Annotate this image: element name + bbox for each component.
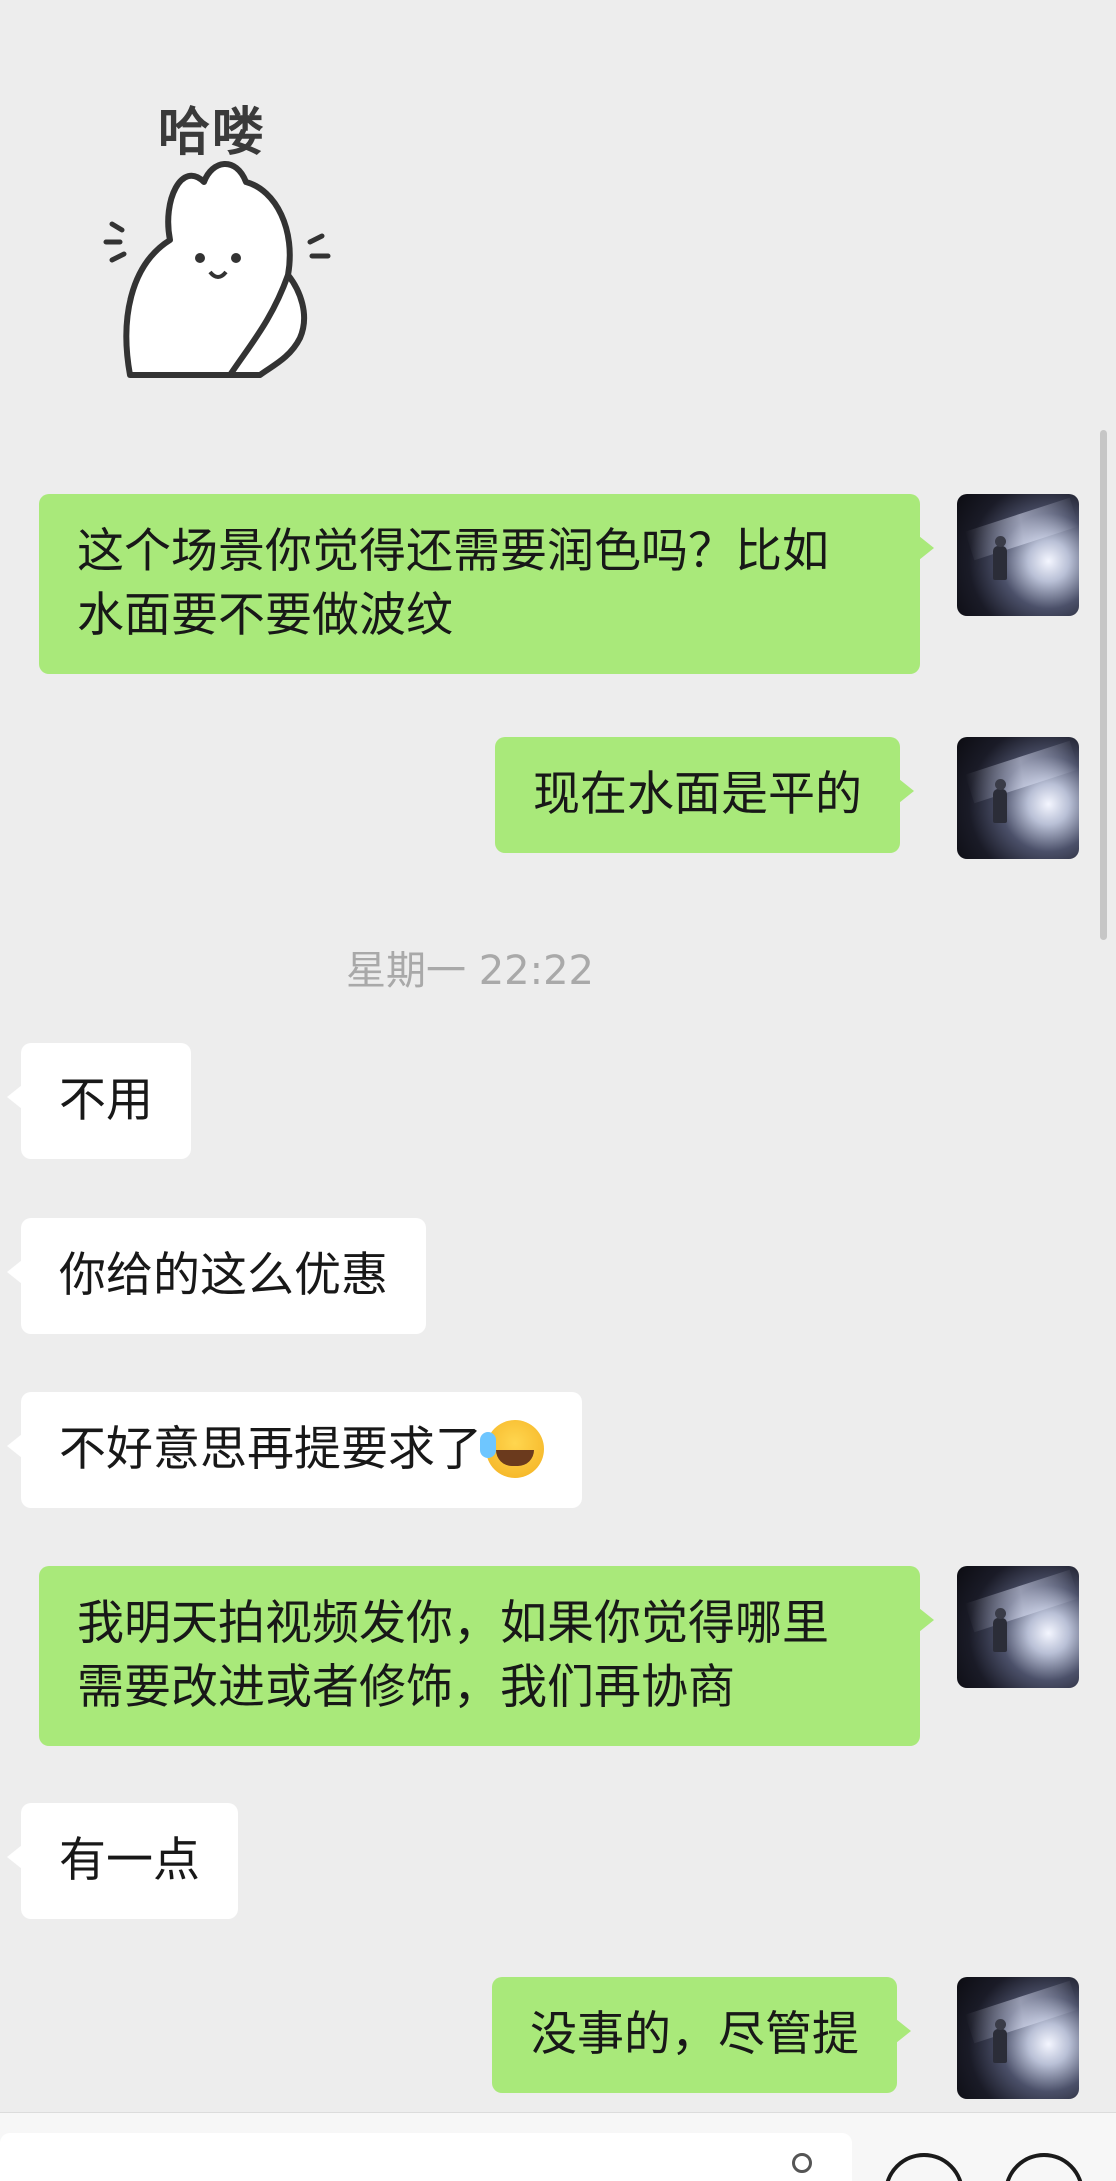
waving-bunny-sticker-icon bbox=[103, 161, 331, 378]
astronaut-avatar[interactable] bbox=[957, 1566, 1079, 1688]
scrollbar[interactable] bbox=[1100, 430, 1107, 940]
message-input[interactable] bbox=[0, 2133, 852, 2181]
message-text: 你给的这么优惠 bbox=[59, 1248, 388, 1303]
message-text: 现在水面是平的 bbox=[533, 767, 862, 822]
incoming-message-bubble[interactable]: 不用 bbox=[7, 1043, 191, 1159]
input-bar bbox=[0, 2112, 1116, 2181]
chat-window: 哈喽 这个场景你觉得还需要润色吗？比如 水面要不要做波纹 现在水面是平的 星期一 … bbox=[0, 0, 1116, 2181]
astronaut-avatar[interactable] bbox=[957, 494, 1079, 616]
facepalm-crying-laugh-emoji-icon bbox=[480, 1419, 544, 1478]
message-text: 有一点 bbox=[59, 1833, 200, 1888]
outgoing-message-bubble[interactable]: 我明天拍视频发你，如果你觉得哪里 需要改进或者修饰，我们再协商 bbox=[39, 1566, 934, 1746]
outgoing-message-bubble[interactable]: 这个场景你觉得还需要润色吗？比如 水面要不要做波纹 bbox=[39, 494, 934, 674]
outgoing-message-bubble[interactable]: 现在水面是平的 bbox=[495, 737, 914, 853]
incoming-message-bubble[interactable]: 有一点 bbox=[7, 1803, 238, 1919]
voice-icon[interactable] bbox=[792, 2153, 812, 2173]
sticker-message[interactable]: 哈喽 bbox=[100, 90, 340, 380]
outgoing-message-bubble[interactable]: 没事的，尽管提 bbox=[492, 1977, 911, 2093]
emoji-face-icon[interactable] bbox=[884, 2153, 964, 2181]
incoming-message-bubble[interactable]: 不好意思再提要求了 bbox=[7, 1392, 582, 1508]
incoming-message-bubble[interactable]: 你给的这么优惠 bbox=[7, 1218, 426, 1334]
message-text: 没事的，尽管提 bbox=[530, 2007, 859, 2062]
astronaut-avatar[interactable] bbox=[957, 1977, 1079, 2099]
message-text: 这个场景你觉得还需要润色吗？比如 水面要不要做波纹 bbox=[77, 524, 829, 643]
message-text: 不用 bbox=[59, 1073, 153, 1128]
message-text: 我明天拍视频发你，如果你觉得哪里 需要改进或者修饰，我们再协商 bbox=[77, 1596, 829, 1715]
astronaut-avatar[interactable] bbox=[957, 737, 1079, 859]
plus-circle-icon[interactable] bbox=[1004, 2153, 1084, 2181]
chat-timestamp: 星期一 22:22 bbox=[346, 948, 594, 994]
message-text: 不好意思再提要求了 bbox=[59, 1422, 482, 1477]
